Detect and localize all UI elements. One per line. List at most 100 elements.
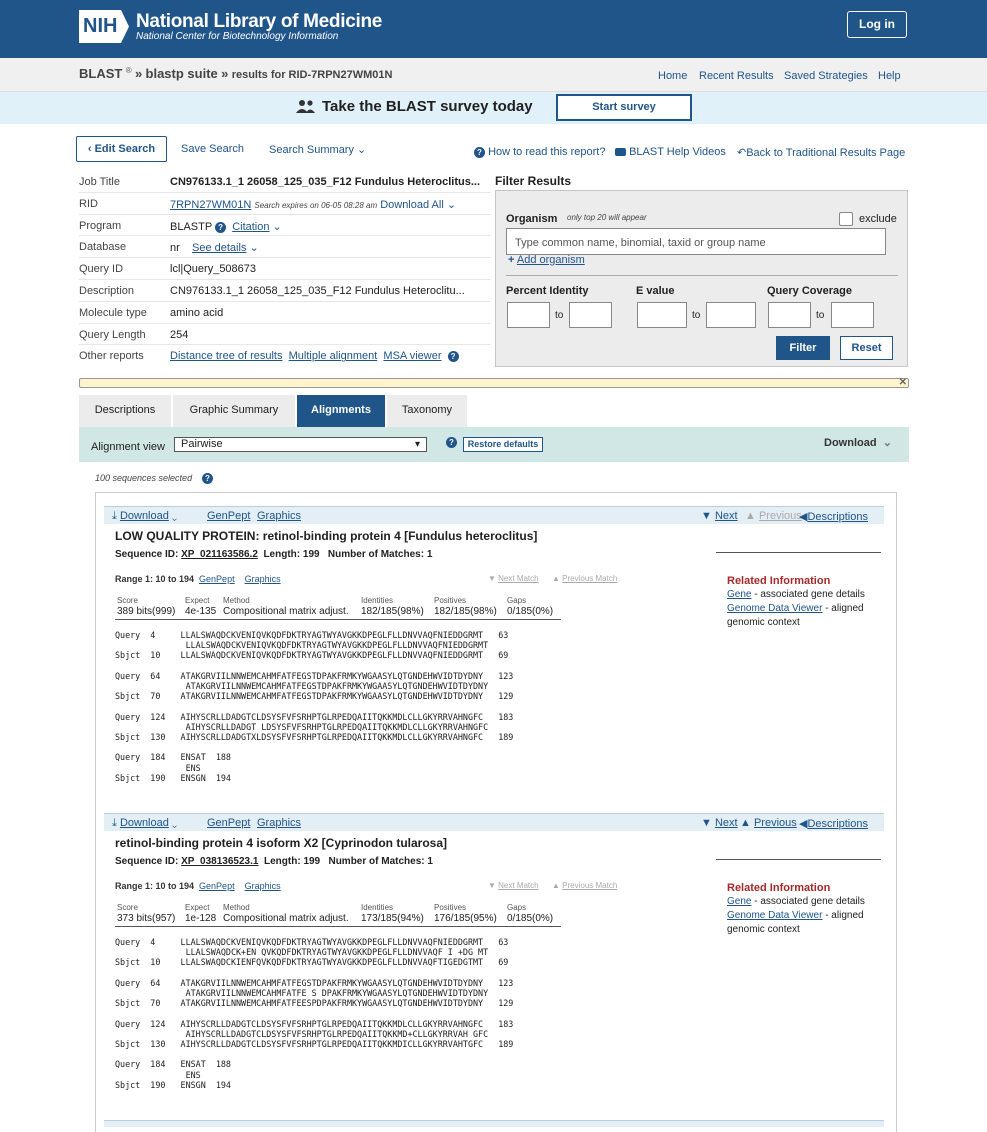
chevron-down-icon: ⌄ <box>272 220 282 233</box>
tab-taxonomy[interactable]: Taxonomy <box>387 395 467 427</box>
sequence-info: Sequence ID: XP_021163586.2 Length: 199 … <box>115 549 433 560</box>
distance-tree-link[interactable]: Distance tree of results <box>170 350 283 362</box>
rid-link[interactable]: 7RPN27WM01N <box>170 199 251 211</box>
help-icon[interactable]: ? <box>446 437 457 448</box>
organism-input[interactable]: Type common name, binomial, taxid or gro… <box>506 228 886 255</box>
nih-logo[interactable]: NIH <box>79 10 129 43</box>
evalue-max-input[interactable] <box>706 302 756 328</box>
see-details-link[interactable]: See details <box>192 242 246 254</box>
download-link[interactable]: ⤓ Download ⌄ <box>112 510 177 523</box>
next-link[interactable]: ▼ Next <box>701 510 738 522</box>
gene-link[interactable]: Gene <box>727 896 751 907</box>
citation-link[interactable]: Citation <box>232 221 269 233</box>
tab-descriptions[interactable]: Descriptions <box>79 395 171 427</box>
sequence-id-link[interactable]: XP_021163586.2 <box>181 549 258 560</box>
restore-defaults-button[interactable]: Restore defaults <box>463 437 543 452</box>
down-arrow-icon: ▼ <box>701 510 712 522</box>
nlm-title[interactable]: National Library of Medicine <box>136 11 382 33</box>
hit-toolbar <box>104 1120 884 1127</box>
start-survey-button[interactable]: Start survey <box>556 94 692 121</box>
genpept-link[interactable]: GenPept <box>207 510 250 522</box>
next-match-link: ▼ Next Match <box>488 574 539 583</box>
up-arrow-icon: ▲ <box>745 510 756 522</box>
edit-search-button[interactable]: ‹ Edit Search <box>76 136 167 162</box>
message-bar: ✕ <box>79 377 909 388</box>
previous-link[interactable]: ▲ Previous <box>740 817 797 829</box>
login-button[interactable]: Log in <box>847 11 907 38</box>
breadcrumb-blast[interactable]: BLAST <box>79 66 122 81</box>
filter-button[interactable]: Filter <box>776 336 830 360</box>
hit-toolbar: ⤓ Download ⌄ GenPept Graphics ▼ Next ▲ P… <box>104 506 884 524</box>
down-arrow-icon: ▼ <box>701 817 712 829</box>
breadcrumb-results: results for RID-7RPN27WM01N <box>231 69 393 81</box>
graphics-link[interactable]: Graphics <box>257 817 301 829</box>
genome-data-viewer-link[interactable]: Genome Data Viewer <box>727 603 822 614</box>
download-icon: ⤓ <box>112 817 117 829</box>
top-banner: NIH National Library of Medicine Nationa… <box>0 0 987 58</box>
hit-title: retinol-binding protein 4 isoform X2 [Cy… <box>115 836 448 850</box>
breadcrumb: BLAST ® » blastp suite » results for RID… <box>79 66 393 81</box>
nav-home[interactable]: Home <box>658 70 687 82</box>
download-menu[interactable]: Download ⌄ <box>824 436 892 449</box>
alignment-hit: ⤓ Download ⌄ GenPept Graphics ▼ Next ▲ P… <box>104 506 884 806</box>
save-search-link[interactable]: Save Search <box>181 143 244 155</box>
identity-min-input[interactable] <box>507 302 550 328</box>
previous-link: ▲ Previous <box>745 510 802 522</box>
search-summary-link[interactable]: Search Summary ⌄ <box>269 143 366 156</box>
help-icon[interactable]: ? <box>202 473 213 484</box>
traditional-results-link[interactable]: ↶Back to Traditional Results Page <box>737 146 905 159</box>
nlm-subtitle: National Center for Biotechnology Inform… <box>136 31 339 42</box>
help-icon[interactable]: ? <box>215 221 227 233</box>
exclude-checkbox[interactable] <box>839 212 853 226</box>
help-icon[interactable]: ? <box>447 351 459 363</box>
genome-data-viewer-link[interactable]: Genome Data Viewer <box>727 910 822 921</box>
help-icon: ? <box>474 147 485 158</box>
alignment-text: Query 4 LLALSWAQDCKVENIQVKQDFDKTRYAGTWYA… <box>115 630 514 783</box>
next-link[interactable]: ▼ Next <box>701 817 738 829</box>
sequence-id-link[interactable]: XP_038136523.1 <box>181 856 258 867</box>
next-match-link: ▼ Next Match <box>488 881 539 890</box>
filter-panel: Organism only top 20 will appear exclude… <box>495 190 908 367</box>
gene-link[interactable]: Gene <box>727 589 751 600</box>
nav-help[interactable]: Help <box>878 70 901 82</box>
graphics-link[interactable]: Graphics <box>257 510 301 522</box>
descriptions-link[interactable]: ◀Descriptions <box>799 510 868 523</box>
multiple-alignment-link[interactable]: Multiple alignment <box>289 350 378 362</box>
close-icon[interactable]: ✕ <box>899 377 907 388</box>
alignment-view-select[interactable]: Pairwise ▾ <box>174 437 427 452</box>
how-to-read-link[interactable]: ? How to read this report? <box>474 146 605 158</box>
back-arrow-icon: ↶ <box>737 147 747 159</box>
help-videos-link[interactable]: BLAST Help Videos <box>615 146 726 158</box>
msa-viewer-link[interactable]: MSA viewer <box>383 350 441 362</box>
chevron-down-icon: ⌄ <box>357 144 367 156</box>
hit-toolbar: ⤓ Download ⌄ GenPept Graphics ▼ Next ▲ P… <box>104 813 884 831</box>
range-graphics-link[interactable]: Graphics <box>245 881 281 891</box>
range-genpept-link[interactable]: GenPept <box>199 574 235 584</box>
chevron-down-icon: ⌄ <box>171 817 178 829</box>
tab-alignments[interactable]: Alignments <box>297 395 385 427</box>
add-organism-link[interactable]: + Add organism <box>508 254 585 266</box>
range-graphics-link[interactable]: Graphics <box>245 574 281 584</box>
nav-recent-results[interactable]: Recent Results <box>699 70 774 82</box>
video-icon <box>615 148 626 157</box>
alignment-hit <box>104 1120 884 1127</box>
survey-banner: Take the BLAST survey today Start survey <box>0 92 987 124</box>
coverage-min-input[interactable] <box>768 302 811 328</box>
download-link[interactable]: ⤓ Download ⌄ <box>112 817 177 830</box>
download-all-link[interactable]: Download All <box>380 199 444 211</box>
coverage-max-input[interactable] <box>831 302 874 328</box>
tab-graphic-summary[interactable]: Graphic Summary <box>173 395 295 427</box>
nav-saved-strategies[interactable]: Saved Strategies <box>784 70 868 82</box>
identity-max-input[interactable] <box>569 302 612 328</box>
genpept-link[interactable]: GenPept <box>207 817 250 829</box>
plus-icon: + <box>508 254 515 266</box>
reset-button[interactable]: Reset <box>840 336 893 360</box>
evalue-min-input[interactable] <box>637 302 687 328</box>
breadcrumb-suite[interactable]: blastp suite <box>146 66 218 81</box>
range-header: Range 1: 10 to 194 GenPept Graphics <box>115 881 281 891</box>
hit-title: LOW QUALITY PROTEIN: retinol-binding pro… <box>115 529 538 543</box>
descriptions-link[interactable]: ◀Descriptions <box>799 817 868 830</box>
range-genpept-link[interactable]: GenPept <box>199 881 235 891</box>
results-tabs: Descriptions Graphic Summary Alignments … <box>79 395 909 427</box>
chevron-down-icon: ⌄ <box>171 510 178 522</box>
